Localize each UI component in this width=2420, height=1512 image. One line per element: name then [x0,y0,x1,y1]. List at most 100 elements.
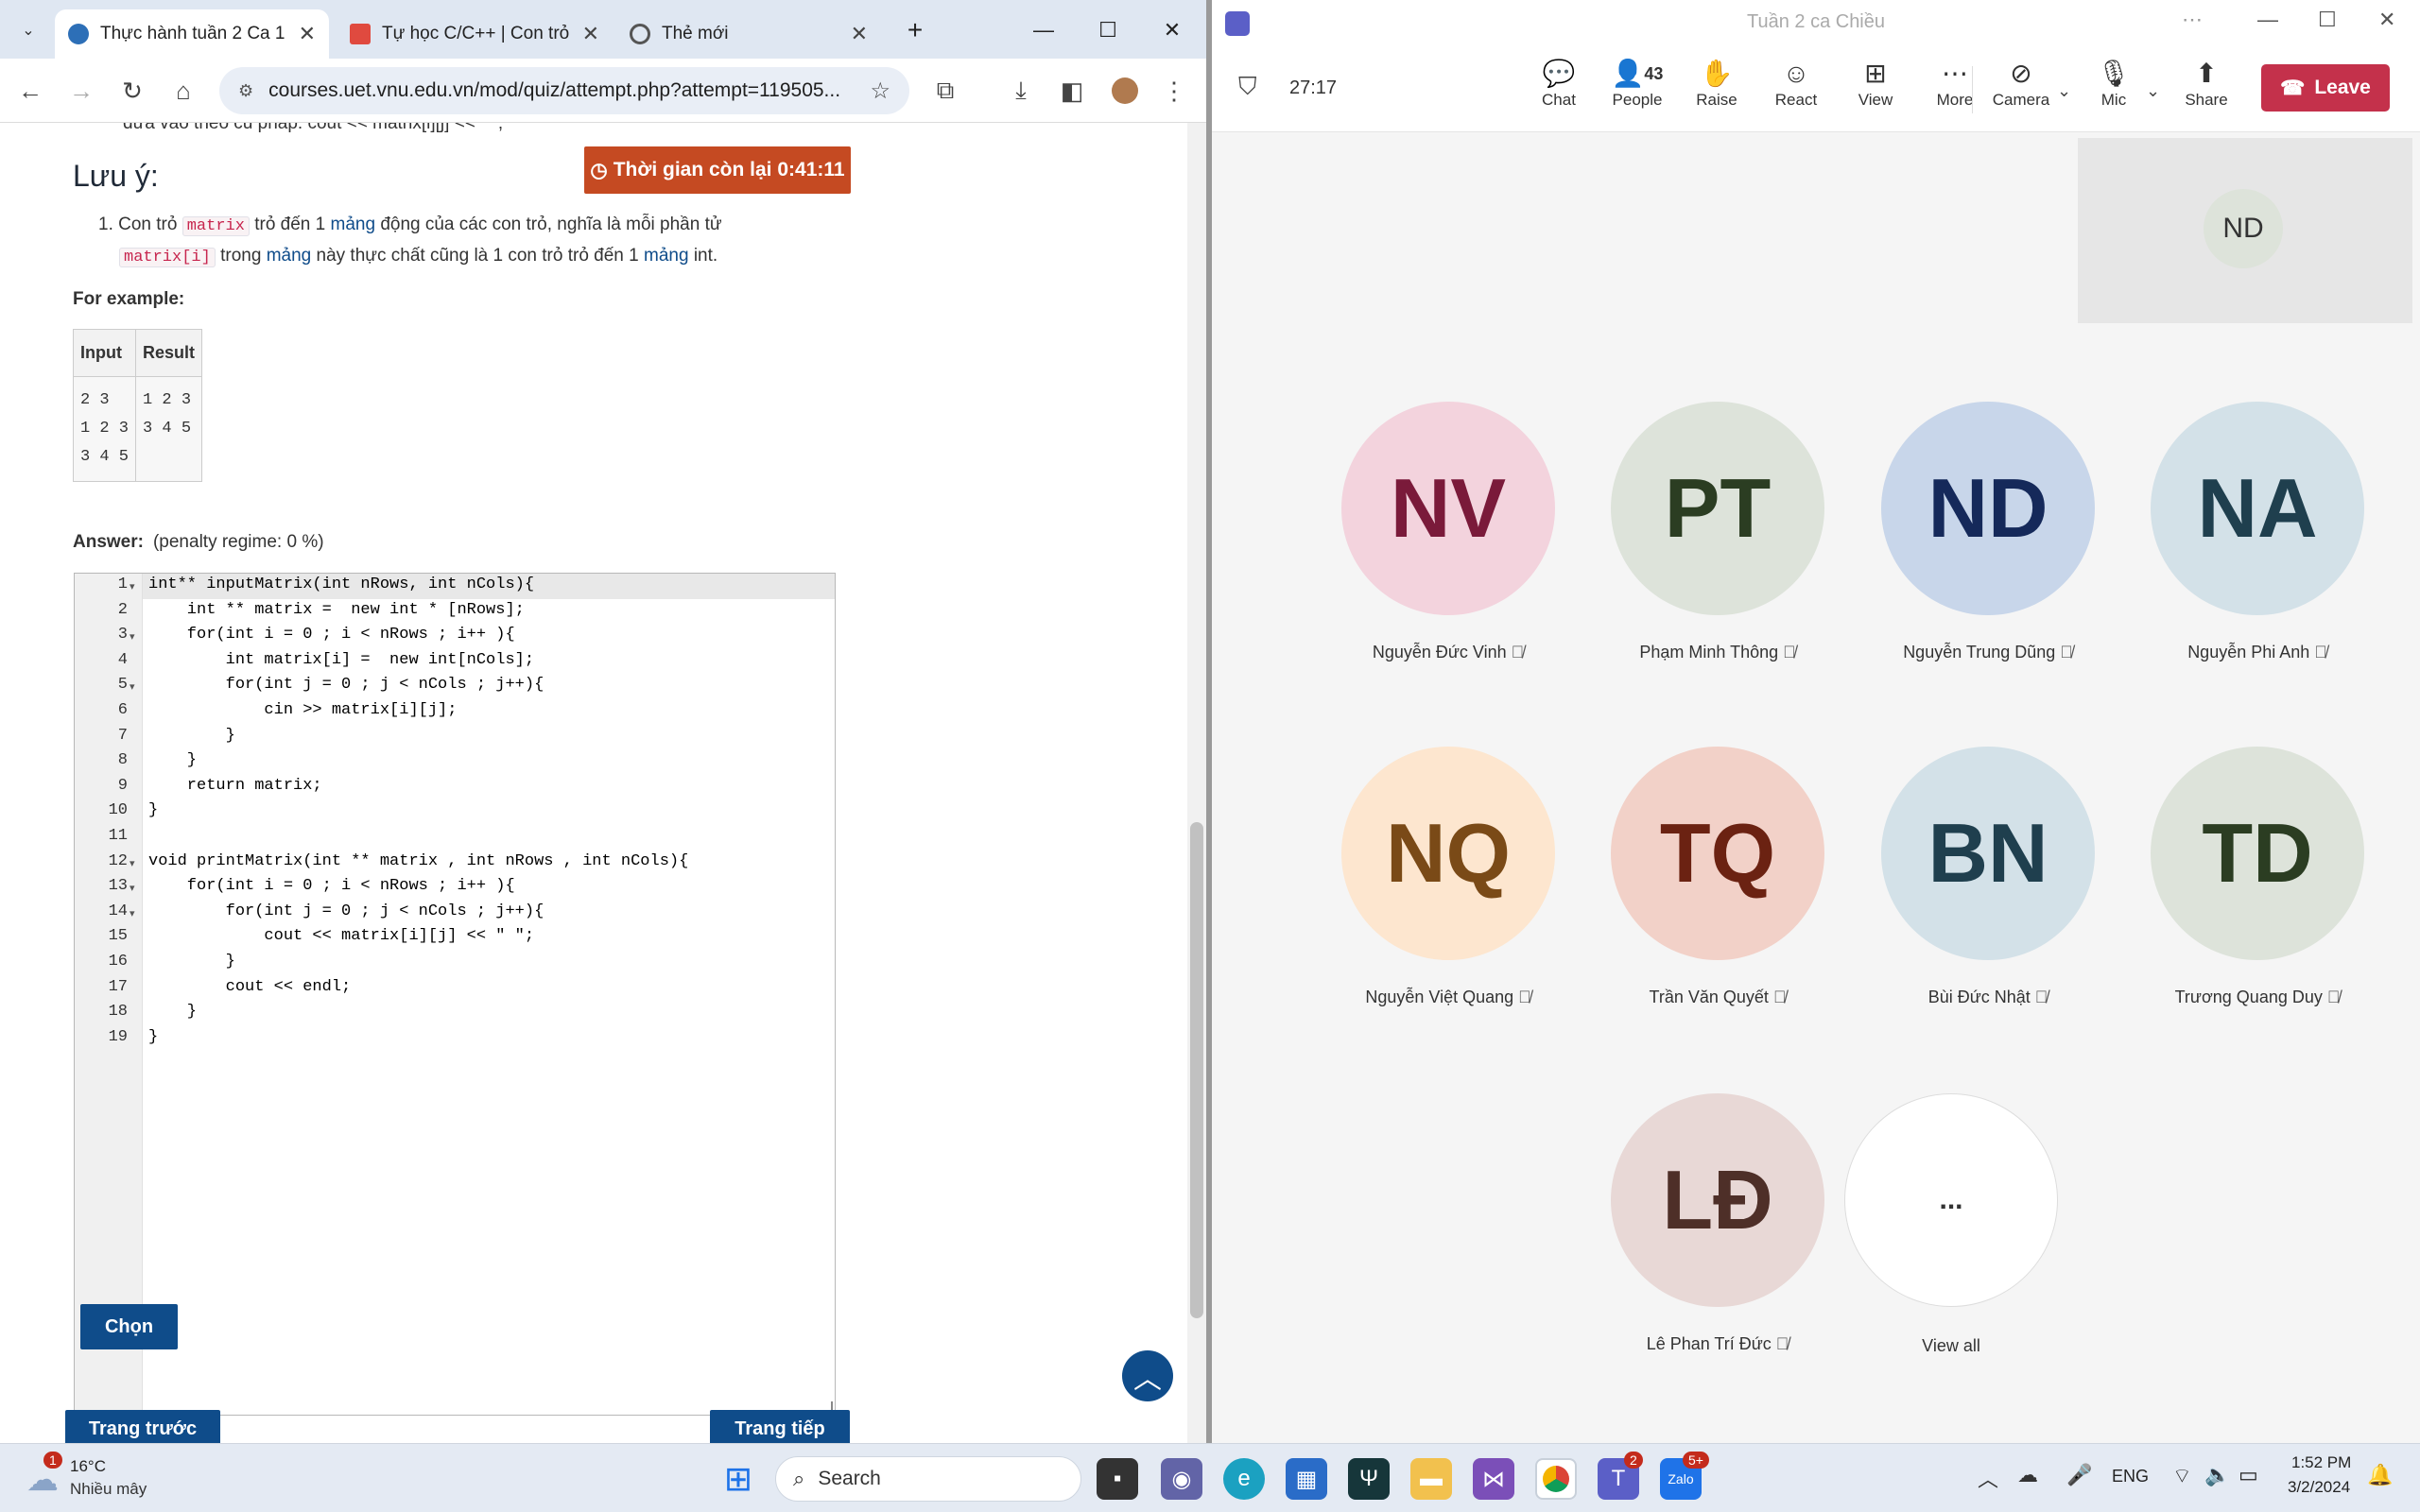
battery-icon[interactable]: ▭ [2238,1463,2258,1487]
glossary-link[interactable]: mảng [331,215,376,234]
back-button[interactable]: ← [11,72,49,110]
participant-avatar[interactable]: NA [2151,402,2364,615]
code-line[interactable]: } [148,953,235,971]
code-line[interactable]: for(int i = 0 ; i < nRows ; i++ ){ [148,626,515,644]
maximize-icon[interactable]: ☐ [2318,8,2337,32]
fold-arrow-icon[interactable]: ▾ [130,882,135,894]
mic-options-chevron-icon[interactable]: ⌄ [2146,81,2160,101]
back-to-top-button[interactable]: ︿ [1122,1350,1173,1401]
predator-app-button[interactable]: Ψ [1348,1458,1390,1500]
tab-1[interactable]: Tự học C/C++ | Con trỏ ✕ [337,9,613,59]
language-indicator[interactable]: ENG [2112,1467,2149,1486]
code-line[interactable]: } [148,727,235,745]
tab-0[interactable]: Thực hành tuần 2 Ca 1 ✕ [55,9,329,59]
more-options-icon[interactable]: ⋯ [2182,8,2203,32]
camera-button[interactable]: ⊘ Camera [1985,57,2057,110]
file-explorer-button[interactable]: ▬ [1410,1458,1452,1500]
raise-hand-button[interactable]: ✋ Raise [1681,57,1753,110]
tab-2[interactable]: Thẻ mới ✕ [616,9,881,59]
participant-avatar[interactable]: NV [1341,402,1555,615]
choose-button[interactable]: Chọn [80,1304,178,1349]
react-button[interactable]: ☺ React [1760,57,1832,110]
code-line[interactable]: } [148,751,197,769]
chrome-button[interactable] [1535,1458,1577,1500]
site-info-icon[interactable]: ⚙ [238,81,253,101]
code-line[interactable]: return matrix; [148,777,322,795]
participant-avatar[interactable]: LĐ [1611,1093,1824,1307]
participant-avatar[interactable]: TD [2151,747,2364,960]
participant-avatar[interactable]: TQ [1611,747,1824,960]
new-tab-button[interactable]: + [896,11,934,49]
code-line[interactable]: for(int j = 0 ; j < nCols ; j++){ [148,676,544,694]
close-icon[interactable]: ✕ [2378,8,2395,32]
notification-bell-icon[interactable]: 🔔 [2367,1463,2393,1487]
code-line[interactable]: for(int i = 0 ; i < nRows ; i++ ){ [148,877,515,895]
onedrive-icon[interactable]: ☁ [2017,1463,2038,1487]
close-tab-icon[interactable]: ✕ [851,22,868,46]
previous-page-button[interactable]: Trang trước [65,1410,220,1443]
fold-arrow-icon[interactable]: ▾ [130,630,135,643]
edge-button[interactable]: e [1223,1458,1265,1500]
code-line[interactable]: cin >> matrix[i][j]; [148,701,457,719]
forward-button[interactable]: → [62,72,100,110]
volume-icon[interactable]: 🔈 [2204,1463,2230,1487]
downloads-button[interactable]: ⤓ [1002,72,1040,110]
profile-button[interactable] [1106,72,1144,110]
view-all-button[interactable]: ... [1844,1093,2058,1307]
participant-avatar[interactable]: PT [1611,402,1824,615]
clock-date[interactable]: 3/2/2024 [2288,1478,2350,1497]
code-line[interactable]: cout << endl; [148,978,352,996]
code-line[interactable]: void printMatrix(int ** matrix , int nRo… [148,852,688,870]
close-tab-icon[interactable]: ✕ [582,22,599,46]
people-button[interactable]: 👤43 People [1601,57,1673,110]
scrollbar-thumb[interactable] [1190,822,1203,1318]
code-editor[interactable]: 1 ▾ 2 3 ▾ 4 5 ▾ 6 7 8 9 10 11 12 ▾ 13 ▾ 14 ▾ 15 16 17 18 19 int*… [74,573,836,1416]
fold-arrow-icon[interactable]: ▾ [130,907,135,919]
store-button[interactable]: ▦ [1286,1458,1327,1500]
close-tab-icon[interactable]: ✕ [299,22,316,46]
weather-widget[interactable]: ☁ 1 16°C Nhiều mây [23,1452,174,1504]
side-panel-button[interactable]: ◧ [1053,72,1091,110]
taskbar-search[interactable]: ⌕ Search [775,1456,1081,1502]
visual-studio-button[interactable]: ⋈ [1473,1458,1514,1500]
code-line[interactable]: } [148,801,158,819]
code-line[interactable]: cout << matrix[i][j] << " "; [148,927,534,945]
code-line[interactable]: } [148,1028,158,1046]
participant-avatar[interactable]: NQ [1341,747,1555,960]
view-button[interactable]: ⊞ View [1840,57,1911,110]
code-line[interactable]: for(int j = 0 ; j < nCols ; j++){ [148,902,544,920]
camera-options-chevron-icon[interactable]: ⌄ [2057,81,2071,101]
code-line[interactable]: int matrix[i] = new int[nCols]; [148,651,534,669]
code-line[interactable]: int ** matrix = new int * [nRows]; [148,601,525,619]
menu-button[interactable]: ⋮ [1155,72,1193,110]
glossary-link[interactable]: mảng [267,246,312,266]
microphone-icon[interactable]: 🎤 [2066,1463,2092,1487]
fold-arrow-icon[interactable]: ▾ [130,680,135,693]
wifi-icon[interactable]: ⌔ [2172,1463,2192,1489]
home-button[interactable]: ⌂ [164,72,202,110]
more-button[interactable]: ⋯ More [1919,57,1991,110]
chat-app-button[interactable]: ◉ [1161,1458,1202,1500]
task-view-button[interactable]: ▪ [1097,1458,1138,1500]
star-icon[interactable]: ☆ [870,77,890,105]
chat-button[interactable]: 💬 Chat [1523,57,1595,110]
share-button[interactable]: ⬆ Share [2170,57,2242,110]
leave-button[interactable]: ☎ Leave [2261,64,2390,112]
next-page-button[interactable]: Trang tiếp [710,1410,850,1443]
fold-arrow-icon[interactable]: ▾ [130,580,135,593]
hidden-icons-chevron-icon[interactable]: ︿ [1978,1463,1998,1493]
reload-button[interactable]: ↻ [113,72,151,110]
extensions-button[interactable]: ⧉ [926,72,964,110]
glossary-link[interactable]: mảng [644,246,689,266]
minimize-icon[interactable]: — [2257,8,2278,32]
maximize-button[interactable]: ☐ [1089,11,1127,49]
view-all-label[interactable]: View all [1809,1336,2093,1356]
participant-avatar[interactable]: ND [1881,402,2095,615]
url-bar[interactable]: ⚙ courses.uet.vnu.edu.vn/mod/quiz/attemp… [219,67,909,114]
clock-time[interactable]: 1:52 PM [2291,1453,2351,1472]
minimize-button[interactable]: — [1025,11,1063,49]
tab-search-button[interactable]: ⌄ [11,13,45,47]
mic-button[interactable]: 🎙 Mic [2078,57,2150,110]
fold-arrow-icon[interactable]: ▾ [130,857,135,869]
code-line[interactable]: } [148,1003,197,1021]
